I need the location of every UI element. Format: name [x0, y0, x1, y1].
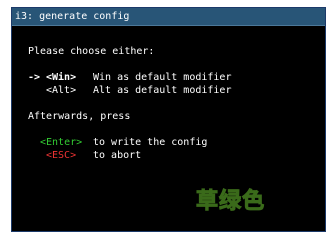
option-alt-key[interactable]: <Alt>	[46, 84, 76, 97]
esc-key[interactable]: <ESC>	[46, 149, 76, 162]
option-win-arrow: ->	[28, 72, 41, 83]
option-win-description: Win as default modifier	[93, 72, 232, 83]
afterwards-text: Afterwards, press	[28, 111, 131, 122]
option-win-key[interactable]: <Win>	[46, 71, 76, 84]
window-title: i3: generate config	[12, 8, 325, 26]
esc-description: to abort	[93, 150, 142, 161]
enter-description: to write the config	[93, 137, 208, 148]
enter-key[interactable]: <Enter>	[40, 136, 82, 149]
config-dialog: i3: generate config Please choose either…	[11, 7, 326, 232]
option-alt-description: Alt as default modifier	[93, 85, 232, 96]
watermark-text: 草绿色	[195, 189, 266, 215]
dialog-content: Please choose either: -> <Win> Win as de…	[12, 26, 325, 231]
choose-prompt: Please choose either:	[28, 46, 155, 57]
